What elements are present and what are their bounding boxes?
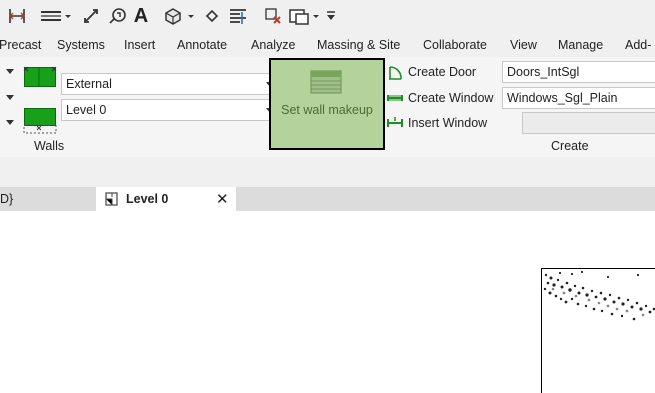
view-crop-region[interactable] — [541, 268, 655, 393]
door-family-select[interactable]: Doors_IntSgl — [502, 61, 655, 83]
level-select[interactable]: Level 0 — [61, 99, 273, 121]
drawing-canvas[interactable] — [0, 211, 655, 393]
tab-systems[interactable]: Systems — [57, 38, 105, 52]
tab-analyze[interactable]: Analyze — [251, 38, 295, 52]
insert-window-icon — [387, 117, 403, 127]
3d-view-icon[interactable] — [163, 5, 197, 27]
measure-icon[interactable] — [6, 5, 28, 27]
insert-window-select[interactable] — [522, 112, 655, 134]
tab-collaborate[interactable]: Collaborate — [423, 38, 487, 52]
insert-window-label: Insert Window — [408, 116, 488, 130]
floor-plan-icon — [105, 192, 118, 206]
wall-makeup-icon — [310, 70, 342, 94]
window-family-select[interactable]: Windows_Sgl_Plain — [502, 87, 655, 109]
set-wall-makeup-label: Set wall makeup — [281, 103, 373, 117]
customize-toolbar-icon[interactable] — [324, 5, 338, 27]
tab-level-0-label: Level 0 — [126, 192, 169, 206]
section-icon[interactable] — [202, 5, 222, 27]
wall-type-select[interactable]: External — [61, 73, 273, 95]
thin-lines-icon[interactable] — [227, 5, 249, 27]
tab-view[interactable]: View — [510, 38, 537, 52]
point-cloud-icon — [543, 270, 655, 321]
text-icon[interactable]: A — [130, 5, 152, 27]
ribbon-tab-strip: Precast Systems Insert Annotate Analyze … — [0, 33, 655, 57]
set-wall-makeup-button[interactable]: Set wall makeup — [269, 58, 385, 150]
ribbon-panel-area: External Level 0 Walls Set wall makeup C… — [0, 57, 655, 158]
create-panel-label: Create — [551, 139, 589, 153]
insert-window-button[interactable]: Insert Window — [386, 113, 487, 133]
quick-access-toolbar: A — [0, 0, 655, 33]
window-icon — [387, 95, 403, 101]
document-tab-bar: D} Level 0 ✕ — [0, 187, 655, 211]
create-door-label: Create Door — [408, 65, 477, 79]
wall-endpoints-icon — [23, 66, 57, 87]
tab-insert[interactable]: Insert — [124, 38, 155, 52]
switch-windows-icon[interactable] — [288, 5, 322, 27]
dropdown-arrow-icon[interactable] — [6, 69, 14, 74]
tab-annotate[interactable]: Annotate — [177, 38, 227, 52]
walls-panel-label: Walls — [34, 139, 65, 153]
tab-precast[interactable]: Precast — [0, 38, 41, 52]
tab-level-0[interactable]: Level 0 ✕ — [96, 187, 236, 211]
aligned-dimension-icon[interactable] — [38, 5, 72, 27]
create-door-button[interactable]: Create Door — [386, 62, 476, 82]
create-window-label: Create Window — [408, 91, 494, 105]
tab-add-ins[interactable]: Add- — [625, 38, 651, 52]
close-hidden-windows-icon[interactable] — [262, 5, 284, 27]
tab-previous-view[interactable]: D} — [0, 192, 13, 206]
options-bar — [0, 157, 655, 187]
tab-massing-site[interactable]: Massing & Site — [317, 38, 400, 52]
dropdown-arrow-icon[interactable] — [6, 95, 14, 100]
door-icon — [389, 66, 402, 80]
close-icon[interactable]: ✕ — [216, 190, 229, 208]
detail-tag-icon[interactable] — [106, 5, 128, 27]
dropdown-arrow-icon[interactable] — [6, 120, 14, 125]
tab-manage[interactable]: Manage — [558, 38, 603, 52]
tag-icon[interactable] — [80, 5, 102, 27]
create-window-button[interactable]: Create Window — [386, 88, 493, 108]
wall-base-marker-icon — [23, 124, 57, 134]
